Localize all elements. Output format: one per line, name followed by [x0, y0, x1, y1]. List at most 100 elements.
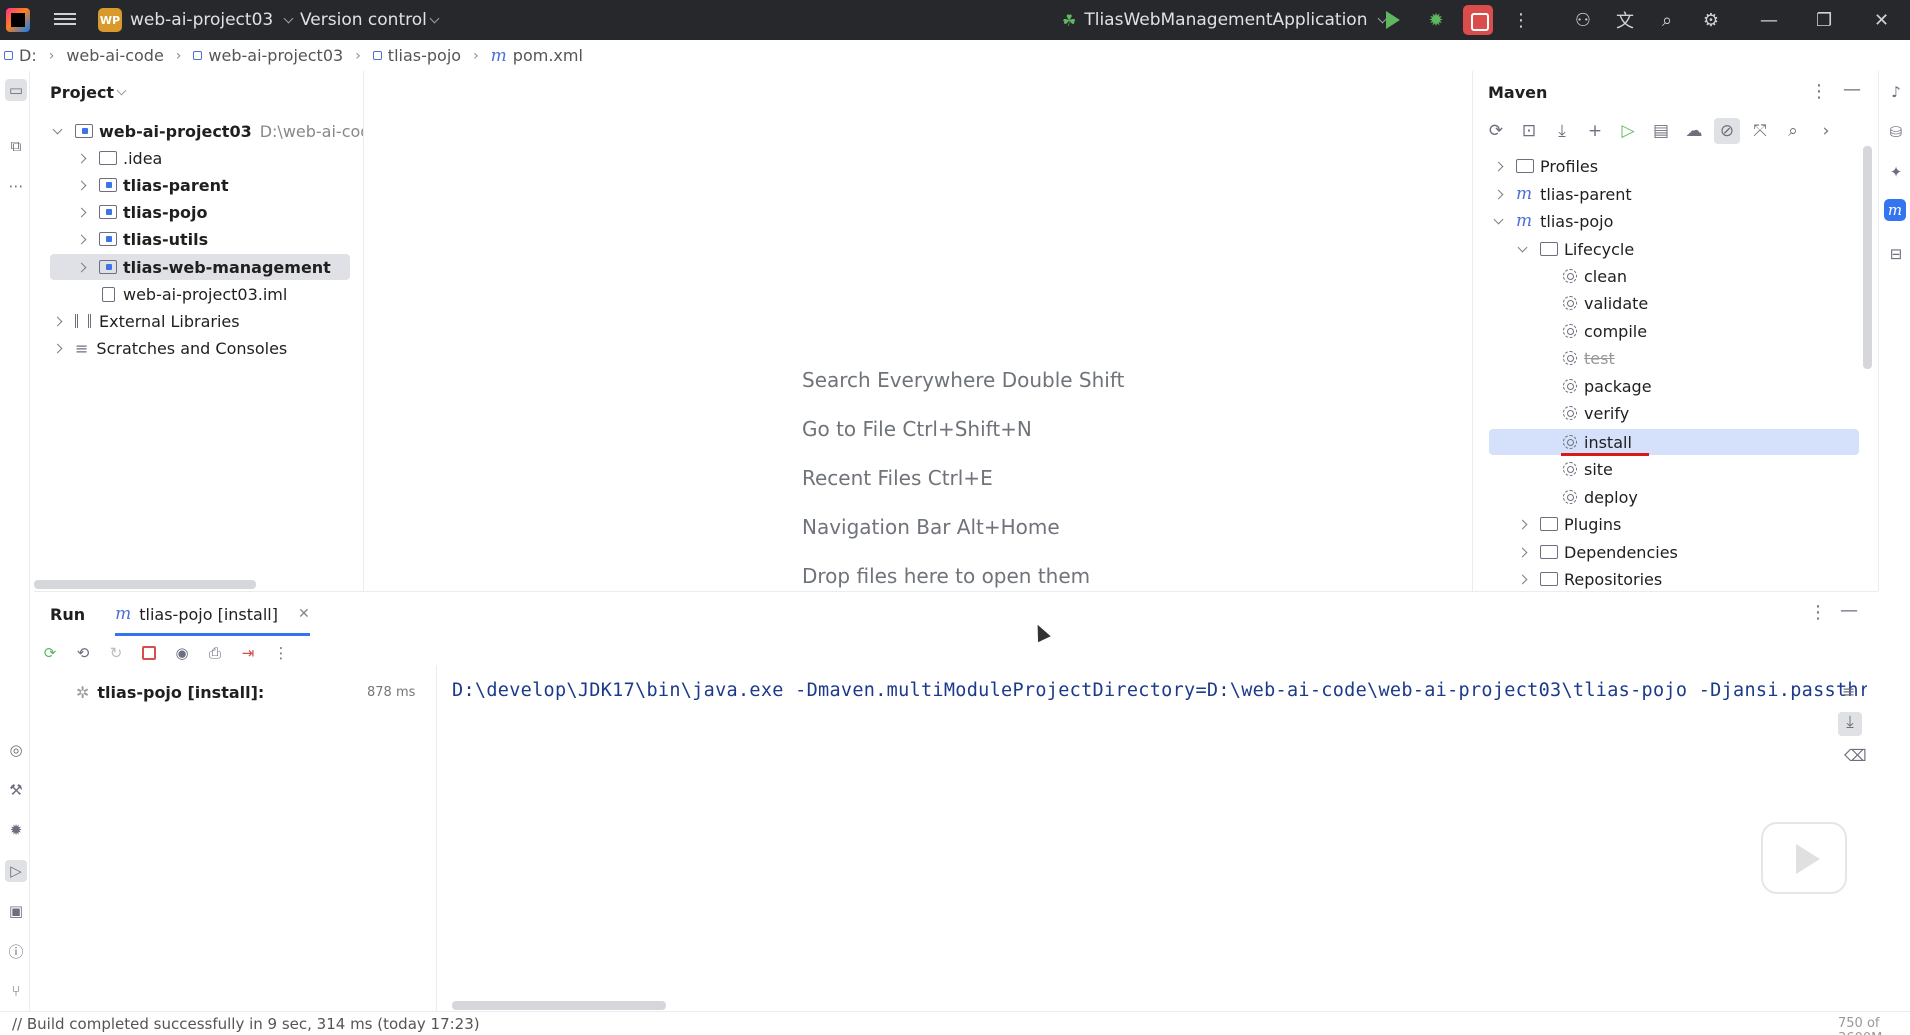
- soft-wrap-icon[interactable]: ≡: [1842, 682, 1855, 701]
- lifecycle-validate[interactable]: validate: [1563, 290, 1648, 316]
- breadcrumb-label: pom.xml: [512, 46, 583, 65]
- project-panel-title[interactable]: Project: [50, 83, 127, 102]
- run-maven-build-icon[interactable]: ▷: [1615, 118, 1641, 144]
- reload-icon[interactable]: ⟳: [1483, 118, 1509, 144]
- run-tab-tlias-pojo-install[interactable]: m tlias-pojo [install] ✕: [115, 592, 310, 636]
- console-horizontal-scrollbar[interactable]: [452, 1001, 666, 1010]
- tree-item-idea[interactable]: .idea: [76, 145, 162, 171]
- run-tree-item[interactable]: ✲ tlias-pojo [install]:: [76, 679, 376, 705]
- git-icon[interactable]: ⑂: [5, 980, 27, 1002]
- breadcrumb-module[interactable]: tlias-pojo: [372, 46, 461, 65]
- clear-console-trash-icon[interactable]: ⌫: [1844, 746, 1867, 765]
- toggle-auto-test-icon[interactable]: ↻: [104, 641, 128, 665]
- generate-sources-icon[interactable]: ⊡: [1516, 118, 1542, 144]
- breadcrumb-folder[interactable]: web-ai-code: [66, 46, 163, 65]
- stop-button[interactable]: [1463, 5, 1493, 35]
- services-icon[interactable]: ◎: [5, 739, 27, 761]
- run-button[interactable]: [1380, 8, 1406, 32]
- tree-item-tlias-pojo[interactable]: tlias-pojo: [76, 199, 208, 225]
- run-tool-icon[interactable]: ▷: [5, 860, 27, 882]
- lifecycle-install[interactable]: install: [1563, 429, 1632, 455]
- maven-dependencies[interactable]: Dependencies: [1517, 539, 1678, 565]
- close-window-icon[interactable]: ✕: [1874, 10, 1889, 31]
- skip-tests-icon[interactable]: ⊘: [1714, 118, 1740, 144]
- debug-button[interactable]: ✹: [1423, 8, 1449, 32]
- hide-run-panel-icon[interactable]: —: [1840, 600, 1858, 621]
- ai-assistant-icon[interactable]: ✦: [1885, 161, 1907, 183]
- lifecycle-clean[interactable]: clean: [1563, 263, 1627, 289]
- run-panel-label[interactable]: Run: [50, 605, 85, 624]
- tree-item-scratches[interactable]: ≡ Scratches and Consoles: [52, 335, 287, 361]
- translate-icon[interactable]: 文: [1612, 8, 1638, 32]
- analyze-dependencies-icon[interactable]: ⌕: [1780, 118, 1806, 144]
- tree-item-tlias-parent[interactable]: tlias-parent: [76, 172, 229, 198]
- problems-icon[interactable]: ⓘ: [5, 940, 27, 962]
- screenshot-icon[interactable]: ⎙: [203, 641, 227, 665]
- more-actions-icon[interactable]: ⋮: [1508, 8, 1534, 32]
- maven-plugins[interactable]: Plugins: [1517, 511, 1621, 537]
- debug-icon[interactable]: ✹: [5, 819, 27, 841]
- vertical-scrollbar[interactable]: [1863, 146, 1872, 369]
- show-view-icon[interactable]: ◉: [170, 641, 194, 665]
- tree-item-external-libraries[interactable]: External Libraries: [52, 308, 240, 334]
- lifecycle-site[interactable]: site: [1563, 456, 1613, 482]
- version-control-menu[interactable]: Version control: [300, 6, 440, 34]
- lifecycle-deploy[interactable]: deploy: [1563, 484, 1638, 510]
- maven-repositories[interactable]: Repositories: [1517, 566, 1662, 591]
- stop-icon[interactable]: [137, 641, 161, 665]
- database-icon[interactable]: ⛁: [1885, 121, 1907, 143]
- maven-profiles[interactable]: Profiles: [1493, 153, 1598, 179]
- more-icon[interactable]: ⋮: [269, 641, 293, 665]
- structure-icon[interactable]: ⧉: [5, 135, 27, 157]
- maven-tool-icon[interactable]: m: [1884, 199, 1906, 221]
- horizontal-scrollbar[interactable]: [34, 580, 256, 589]
- close-tab-icon[interactable]: ✕: [298, 606, 310, 622]
- more-tools-icon[interactable]: ⋯: [5, 175, 27, 197]
- run-splitter[interactable]: [436, 665, 437, 1012]
- download-icon[interactable]: ⤓: [1549, 118, 1575, 144]
- memory-indicator[interactable]: 750 of 3600M: [1838, 1016, 1910, 1035]
- build-hammer-icon[interactable]: ⚒: [5, 779, 27, 801]
- project-folder-icon[interactable]: ▭: [5, 79, 27, 101]
- run-configuration-selector[interactable]: ☘ TliasWebManagementApplication: [1062, 6, 1388, 34]
- offline-mode-icon[interactable]: ☁: [1681, 118, 1707, 144]
- export-icon[interactable]: ⇥: [236, 641, 260, 665]
- restore-window-icon[interactable]: ❐: [1816, 10, 1832, 31]
- maven-project-tlias-parent[interactable]: m tlias-parent: [1493, 181, 1632, 207]
- add-icon[interactable]: +: [1582, 118, 1608, 144]
- maven-lifecycle[interactable]: Lifecycle: [1517, 236, 1634, 262]
- tree-root[interactable]: web-ai-project03 D:\web-ai-code: [52, 118, 363, 144]
- collapse-all-icon[interactable]: ⤧: [1747, 118, 1773, 144]
- main-menu-icon[interactable]: [54, 10, 76, 30]
- maven-project-tlias-pojo[interactable]: m tlias-pojo: [1493, 208, 1613, 234]
- lifecycle-compile[interactable]: compile: [1563, 318, 1647, 344]
- terminal-icon[interactable]: ▣: [5, 900, 27, 922]
- minimize-window-icon[interactable]: —: [1760, 10, 1778, 31]
- rerun-icon[interactable]: ⟳: [38, 641, 62, 665]
- search-icon[interactable]: ⌕: [1654, 8, 1680, 32]
- run-options-icon[interactable]: ⋮: [1809, 602, 1827, 623]
- chevron-right-icon[interactable]: ›: [1813, 118, 1839, 144]
- execute-goal-icon[interactable]: ▤: [1648, 118, 1674, 144]
- scroll-to-end-icon[interactable]: ⤓: [1838, 712, 1862, 736]
- tree-item-tlias-utils[interactable]: tlias-utils: [76, 226, 208, 252]
- settings-gear-icon[interactable]: ⚙: [1698, 8, 1724, 32]
- breadcrumb-file[interactable]: m pom.xml: [491, 46, 583, 66]
- status-message[interactable]: // Build completed successfully in 9 sec…: [12, 1015, 480, 1033]
- project-switcher[interactable]: WP web-ai-project03: [98, 6, 294, 34]
- console-output[interactable]: D:\develop\JDK17\bin\java.exe -Dmaven.mu…: [452, 674, 1867, 706]
- lifecycle-test[interactable]: test: [1563, 345, 1615, 371]
- endpoints-icon[interactable]: ⊟: [1885, 243, 1907, 265]
- notifications-bell-icon[interactable]: ♪: [1885, 81, 1907, 103]
- video-play-overlay-button[interactable]: [1761, 822, 1847, 894]
- breadcrumb-drive[interactable]: D:: [4, 46, 37, 65]
- lifecycle-package[interactable]: package: [1563, 373, 1652, 399]
- rerun-failed-icon[interactable]: ⟲: [71, 641, 95, 665]
- tree-item-iml-file[interactable]: web-ai-project03.iml: [102, 281, 287, 307]
- tree-item-tlias-web-management[interactable]: tlias-web-management: [50, 254, 350, 280]
- maven-options-icon[interactable]: ⋮: [1810, 81, 1828, 102]
- breadcrumb-project[interactable]: web-ai-project03: [193, 46, 343, 65]
- hide-panel-icon[interactable]: —: [1843, 79, 1861, 100]
- lifecycle-verify[interactable]: verify: [1563, 400, 1629, 426]
- add-user-icon[interactable]: ⚇: [1570, 8, 1596, 32]
